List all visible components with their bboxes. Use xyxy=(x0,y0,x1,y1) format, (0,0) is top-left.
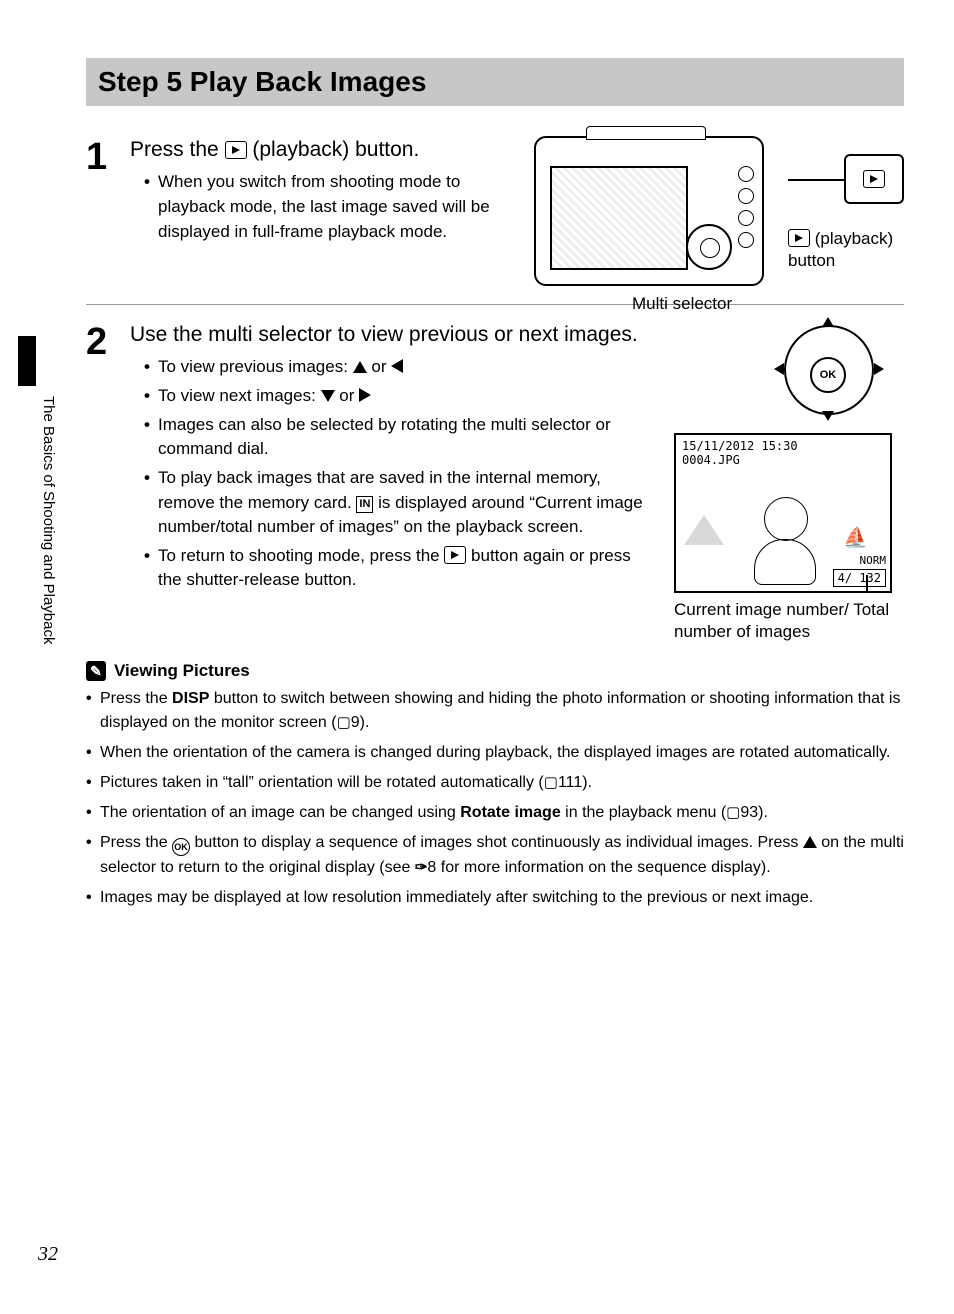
side-tab-text: The Basics of Shooting and Playback xyxy=(40,396,57,644)
step1-bullet1: When you switch from shooting mode to pl… xyxy=(144,170,516,244)
up-arrow-icon xyxy=(353,361,367,373)
up-arrow-icon xyxy=(803,836,817,848)
playback-button-callout xyxy=(844,154,904,204)
step2-bullet1: To view previous images: or xyxy=(144,355,650,380)
side-chapter-tab: The Basics of Shooting and Playback xyxy=(18,336,48,716)
step2-bullet4: To play back images that are saved in th… xyxy=(144,466,650,540)
right-arrow-icon xyxy=(359,388,371,402)
note-icon: ✎ xyxy=(86,661,106,681)
multi-selector-dial-figure: OK xyxy=(774,321,884,421)
internal-memory-icon: IN xyxy=(356,496,373,514)
playback-image-count: 4/ 132 xyxy=(833,569,886,587)
viewing-pictures-note: ✎ Viewing Pictures Press the DISP button… xyxy=(86,661,904,910)
camera-back-figure: (playback) button Multi selector xyxy=(534,136,904,286)
step2-bullet2: To view next images: or xyxy=(144,384,650,409)
ok-button-icon: OK xyxy=(810,357,846,393)
ok-button-icon: OK xyxy=(172,838,190,856)
sailboat-icon: ⛵ xyxy=(843,525,868,549)
step2-figure-col: OK 15/11/2012 15:30 0004.JPG xyxy=(668,321,904,643)
playback-icon xyxy=(863,170,885,188)
step2-heading: Use the multi selector to view previous … xyxy=(130,321,650,349)
page-ref-icon: ▢ xyxy=(726,804,740,821)
section-ref-icon: ✑ xyxy=(415,859,428,876)
step-1: 1 Press the (playback) button. When you … xyxy=(86,136,904,286)
camera-body-drawing xyxy=(534,136,764,286)
note-item-5: Press the OK button to display a sequenc… xyxy=(86,831,904,880)
note-item-1: Press the DISP button to switch between … xyxy=(86,687,904,735)
step-number-2: 2 xyxy=(86,321,130,643)
step-number-1: 1 xyxy=(86,136,130,286)
playback-caption: Current image number/ Total number of im… xyxy=(674,599,894,643)
playback-button-label: (playback) button xyxy=(788,228,908,272)
playback-screen-figure: 15/11/2012 15:30 0004.JPG ⛵ NORM 4/ 132 … xyxy=(674,433,894,643)
note-heading: Viewing Pictures xyxy=(114,661,250,681)
playback-date: 15/11/2012 15:30 xyxy=(682,439,884,453)
page-title: Step 5 Play Back Images xyxy=(86,58,904,106)
note-item-6: Images may be displayed at low resolutio… xyxy=(86,886,904,910)
step-divider xyxy=(86,304,904,305)
step2-bullet5: To return to shooting mode, press the bu… xyxy=(144,544,650,593)
playback-icon xyxy=(788,229,810,247)
page-ref-icon: ▢ xyxy=(544,774,558,791)
left-arrow-icon xyxy=(391,359,403,373)
playback-filename: 0004.JPG xyxy=(682,453,884,467)
playback-icon xyxy=(444,546,466,564)
note-item-3: Pictures taken in “tall” orientation wil… xyxy=(86,771,904,795)
step1-heading: Press the (playback) button. xyxy=(130,136,516,164)
note-item-2: When the orientation of the camera is ch… xyxy=(86,741,904,765)
step2-bullet3: Images can also be selected by rotating … xyxy=(144,413,650,462)
side-tab-marker xyxy=(18,336,36,386)
page-ref-icon: ▢ xyxy=(337,714,351,731)
note-item-4: The orientation of an image can be chang… xyxy=(86,801,904,825)
step-2: 2 Use the multi selector to view previou… xyxy=(86,321,904,643)
down-arrow-icon xyxy=(321,390,335,402)
page-number: 32 xyxy=(38,1243,58,1266)
multi-selector-label: Multi selector xyxy=(632,294,732,314)
playback-quality: NORM xyxy=(860,554,887,567)
playback-icon xyxy=(225,141,247,159)
